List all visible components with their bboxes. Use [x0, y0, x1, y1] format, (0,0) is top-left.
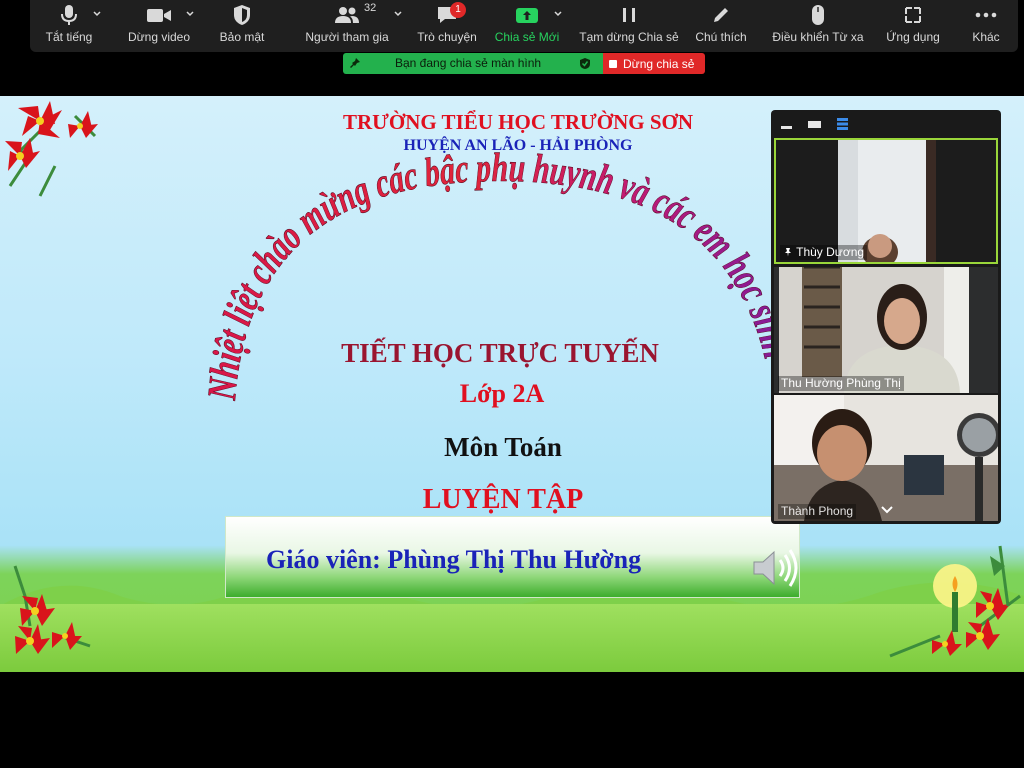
participant-name-tag: Thùy Dương: [780, 245, 868, 260]
video-panel-header: [771, 110, 1001, 138]
chevron-down-icon[interactable]: [93, 10, 101, 18]
stop-share-button[interactable]: Dừng chia sẻ: [603, 53, 705, 74]
video-panel: Thùy Dương Thu Hường Phùng Thị Thành Pho…: [771, 110, 1001, 524]
participant-name: Thùy Dương: [796, 245, 865, 259]
more-icon: [975, 0, 997, 30]
participant-name-tag: Thành Phong: [778, 504, 857, 519]
lesson-type: TIẾT HỌC TRỰC TUYẾN: [341, 338, 659, 368]
participant-video: [774, 395, 998, 521]
pause-share-button[interactable]: Tạm dừng Chia sẻ: [579, 0, 679, 52]
participant-video: [776, 140, 996, 262]
chevron-down-icon[interactable]: [394, 10, 402, 18]
chevron-down-icon[interactable]: [880, 505, 894, 515]
minimize-icon[interactable]: [779, 118, 795, 130]
more-label: Khác: [972, 30, 1000, 44]
security-label: Bảo mật: [219, 30, 265, 44]
participants-button[interactable]: 32 Người tham gia: [302, 0, 392, 52]
microphone-icon: [59, 0, 79, 30]
teacher-banner: Giáo viên: Phùng Thị Thu Hường: [225, 516, 800, 598]
apps-button[interactable]: Ứng dụng: [882, 0, 944, 52]
chat-label: Trò chuyện: [417, 30, 477, 44]
chat-icon: 1: [436, 0, 466, 30]
teacher-name: Giáo viên: Phùng Thị Thu Hường: [266, 545, 642, 574]
participant-name-tag: Thu Hường Phùng Thị: [778, 376, 904, 391]
participant-name: Thành Phong: [781, 504, 854, 518]
pause-icon: [620, 0, 638, 30]
stop-video-button[interactable]: Dừng video: [126, 0, 192, 52]
speaker-icon[interactable]: [750, 545, 800, 591]
shield-check-icon: [580, 58, 590, 69]
participant-name: Thu Hường Phùng Thị: [781, 376, 901, 390]
participant-video: [774, 267, 998, 393]
chevron-down-icon[interactable]: [186, 10, 194, 18]
pause-share-label: Tạm dừng Chia sẻ: [579, 30, 679, 44]
lesson-topic: LUYỆN TẬP: [422, 484, 584, 515]
security-button[interactable]: Bảo mật: [214, 0, 270, 52]
shield-icon: [232, 0, 252, 30]
participant-video-tile[interactable]: Thu Hường Phùng Thị: [774, 267, 998, 393]
subject-name: Môn Toán: [444, 432, 562, 462]
stop-icon: [609, 59, 617, 68]
new-share-button[interactable]: Chia sẻ Mới: [495, 0, 559, 52]
video-camera-icon: [146, 0, 172, 30]
participant-video-tile[interactable]: Thành Phong: [774, 395, 998, 521]
chat-button[interactable]: 1 Trò chuyện: [415, 0, 479, 52]
chat-badge: 1: [450, 2, 466, 18]
pencil-icon: [711, 0, 731, 30]
participants-icon: 32: [334, 0, 376, 30]
stop-video-label: Dừng video: [127, 30, 191, 44]
meeting-toolbar: Tắt tiếng Dừng video Bảo mật 32 Người th…: [30, 0, 1018, 52]
apps-label: Ứng dụng: [886, 30, 940, 44]
sharing-status-bar[interactable]: Bạn đang chia sẻ màn hình: [343, 53, 603, 74]
apps-icon: [903, 0, 923, 30]
class-name: Lớp 2A: [459, 379, 545, 408]
share-screen-icon: [515, 0, 539, 30]
mute-button[interactable]: Tắt tiếng: [42, 0, 96, 52]
participant-count: 32: [364, 2, 377, 14]
pin-icon: [785, 248, 791, 257]
stop-share-label: Dừng chia sẻ: [623, 56, 695, 71]
new-share-label: Chia sẻ Mới: [494, 30, 560, 44]
participants-label: Người tham gia: [305, 30, 389, 44]
participant-video-tile[interactable]: Thùy Dương: [774, 138, 998, 264]
pin-icon: [350, 58, 360, 68]
remote-control-label: Điều khiển Từ xa: [772, 30, 864, 44]
more-button[interactable]: Khác: [968, 0, 1004, 52]
mouse-icon: [810, 0, 826, 30]
mute-label: Tắt tiếng: [45, 30, 93, 44]
annotate-button[interactable]: Chú thích: [693, 0, 749, 52]
gallery-strip-icon[interactable]: [835, 118, 851, 130]
remote-control-button[interactable]: Điều khiển Từ xa: [772, 0, 864, 52]
sharing-status-text: Bạn đang chia sẻ màn hình: [395, 56, 542, 70]
annotate-label: Chú thích: [695, 30, 747, 44]
single-view-icon[interactable]: [807, 118, 823, 130]
chevron-down-icon[interactable]: [554, 10, 562, 18]
